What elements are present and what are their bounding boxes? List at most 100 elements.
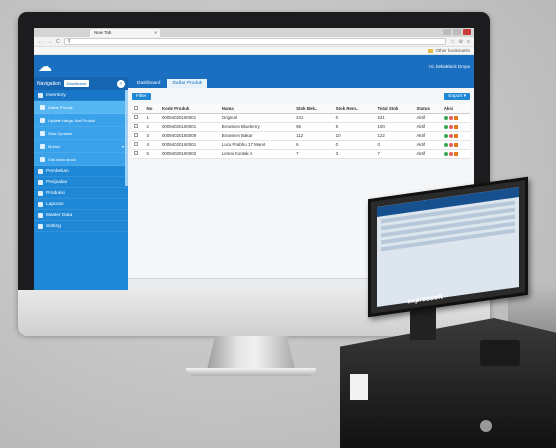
row-actions [441, 149, 470, 159]
export-button[interactable]: Export ▾ [444, 93, 470, 100]
sidebar-item-inventory[interactable]: Inventory [34, 90, 128, 101]
table-row[interactable]: 4 00094020160001 Lucu Prabhu 17 Maret 6 0 0 Ak… [132, 140, 470, 150]
edit-icon[interactable] [453, 142, 458, 147]
table-cell: 00094020160002 [159, 149, 220, 159]
back-arrow-icon[interactable]: ← [38, 39, 43, 45]
cloud-logo-icon[interactable]: ☁ [38, 59, 52, 73]
column-header[interactable]: Stok Bek.. [294, 104, 334, 114]
sidebar-item-label: Produksi [46, 190, 65, 196]
monitor-stand-base [186, 368, 316, 376]
table-cell: 0 [375, 140, 415, 150]
tab-daftar-produk[interactable]: Daftar Produk [167, 79, 208, 88]
table-cell: Brownies Blueberry [219, 122, 295, 132]
edit-icon[interactable] [453, 124, 458, 129]
sidebar-item-laporan[interactable]: Laporan [34, 199, 128, 210]
filter-button[interactable]: Filter [132, 93, 151, 100]
column-header: Aksi [441, 104, 470, 114]
table-row[interactable]: 2 00094020160001 Brownies Blueberry 95 5 100 A… [132, 122, 470, 132]
checkbox[interactable] [134, 133, 138, 137]
checkbox[interactable] [134, 142, 138, 146]
edit-icon[interactable] [453, 133, 458, 138]
other-bookmarks-link[interactable]: Other bookmarks [435, 48, 470, 53]
table-row[interactable]: 1 00094020160001 Original 241 0 241 Aktif [132, 113, 470, 123]
browser-tab-bar: New Tab × [34, 28, 474, 37]
address-bar-row: ← → C q ☆ ⚙ ≡ [34, 37, 474, 47]
close-tab-icon[interactable]: × [154, 30, 157, 35]
sidebar-item-cek-kartu-stock[interactable]: Cek kartu stock [34, 153, 128, 166]
sidebar-item-label: Setting [46, 223, 61, 229]
reload-icon[interactable]: C [56, 39, 60, 45]
sidebar-item-daftar-produk[interactable]: Daftar Produk [34, 101, 128, 114]
row-select[interactable] [132, 149, 145, 159]
edit-icon[interactable] [453, 115, 458, 120]
sidebar-item-stok-opname[interactable]: Stok Opname [34, 127, 128, 140]
edit-icon[interactable] [453, 151, 458, 156]
table-header-row: No Kode Produk Nama Stok Bek.. Stok Rem.… [132, 104, 470, 114]
column-header[interactable]: Stok Rem.. [333, 104, 376, 114]
delete-icon[interactable] [448, 151, 453, 156]
view-icon[interactable] [443, 142, 448, 147]
card-icon [40, 156, 45, 162]
dashboard-shortcut-button[interactable]: Dashboard [63, 80, 90, 87]
table-cell: 00094020160001 [159, 122, 220, 132]
drawer-sticker [350, 374, 368, 400]
url-input[interactable]: q [63, 38, 447, 45]
sidebar-item-mutasi[interactable]: Mutasi ▾ [34, 140, 128, 153]
clipboard-icon [40, 130, 45, 136]
close-window-button[interactable] [463, 29, 471, 35]
table-cell: 0 [333, 113, 376, 123]
checkbox[interactable] [134, 115, 138, 119]
table-cell: Aktif [414, 149, 442, 159]
maximize-button[interactable] [453, 29, 461, 35]
user-menu[interactable]: Hi, bekaBlock Drops [429, 64, 470, 69]
delete-icon[interactable] [448, 115, 453, 120]
collapse-sidebar-icon[interactable]: ‹ [117, 79, 125, 88]
table-cell: 5 [144, 149, 160, 159]
column-header[interactable]: Status [414, 104, 442, 114]
row-select[interactable] [132, 113, 145, 123]
sidebar-item-update-harga[interactable]: Update Harga Jual Produk [34, 114, 128, 127]
table-body: 1 00094020160001 Original 241 0 241 Aktif 2 0009… [132, 113, 470, 159]
delete-icon[interactable] [448, 142, 453, 147]
forward-arrow-icon[interactable]: → [47, 39, 52, 45]
column-header[interactable]: No [144, 104, 160, 114]
delete-icon[interactable] [448, 133, 453, 138]
view-icon[interactable] [443, 151, 448, 156]
sidebar-item-setting[interactable]: Setting [34, 221, 128, 232]
sidebar-item-penjualan[interactable]: Penjualan [34, 177, 128, 188]
menu-icon[interactable]: ≡ [467, 39, 470, 45]
view-icon[interactable] [443, 133, 448, 138]
header-select-all[interactable] [132, 104, 145, 114]
view-icon[interactable] [443, 115, 448, 120]
column-header[interactable]: Nama [219, 104, 295, 114]
checkbox[interactable] [134, 151, 138, 155]
column-header[interactable]: Total Stok [375, 104, 415, 114]
pos-stand [410, 306, 436, 340]
table-cell: 3 [333, 149, 376, 159]
extension-icon[interactable]: ⚙ [459, 39, 463, 45]
table-row[interactable]: 5 00094020160002 Lemai Kontak A 7 3 7 Aktif [132, 149, 470, 159]
checkbox[interactable] [134, 105, 138, 110]
star-icon[interactable]: ☆ [450, 39, 454, 45]
table-row[interactable]: 3 00094020160009 Brownies Bakar 112 10 122 Akt… [132, 131, 470, 141]
column-header[interactable]: Kode Produk [159, 104, 220, 114]
minimize-button[interactable] [443, 29, 451, 35]
delete-icon[interactable] [448, 124, 453, 129]
table-toolbar: Filter Export ▾ [128, 91, 474, 102]
browser-tab[interactable]: New Tab × [90, 29, 160, 37]
sidebar-item-master-data[interactable]: Master Data [34, 210, 128, 221]
sales-icon [38, 179, 43, 185]
row-select[interactable] [132, 131, 145, 141]
row-select[interactable] [132, 122, 145, 132]
sidebar-item-pembelian[interactable]: Pembelian [34, 166, 128, 177]
row-actions [441, 122, 470, 132]
row-actions [441, 140, 470, 150]
sidebar-item-label: Pembelian [46, 168, 69, 174]
row-select[interactable] [132, 140, 145, 150]
tab-dashboard[interactable]: Dashboard [132, 79, 165, 88]
checkbox[interactable] [134, 124, 138, 128]
sidebar-item-produksi[interactable]: Produksi [34, 188, 128, 199]
view-icon[interactable] [443, 124, 448, 129]
table-cell: 4 [144, 140, 160, 150]
table-cell: Original [219, 113, 295, 123]
